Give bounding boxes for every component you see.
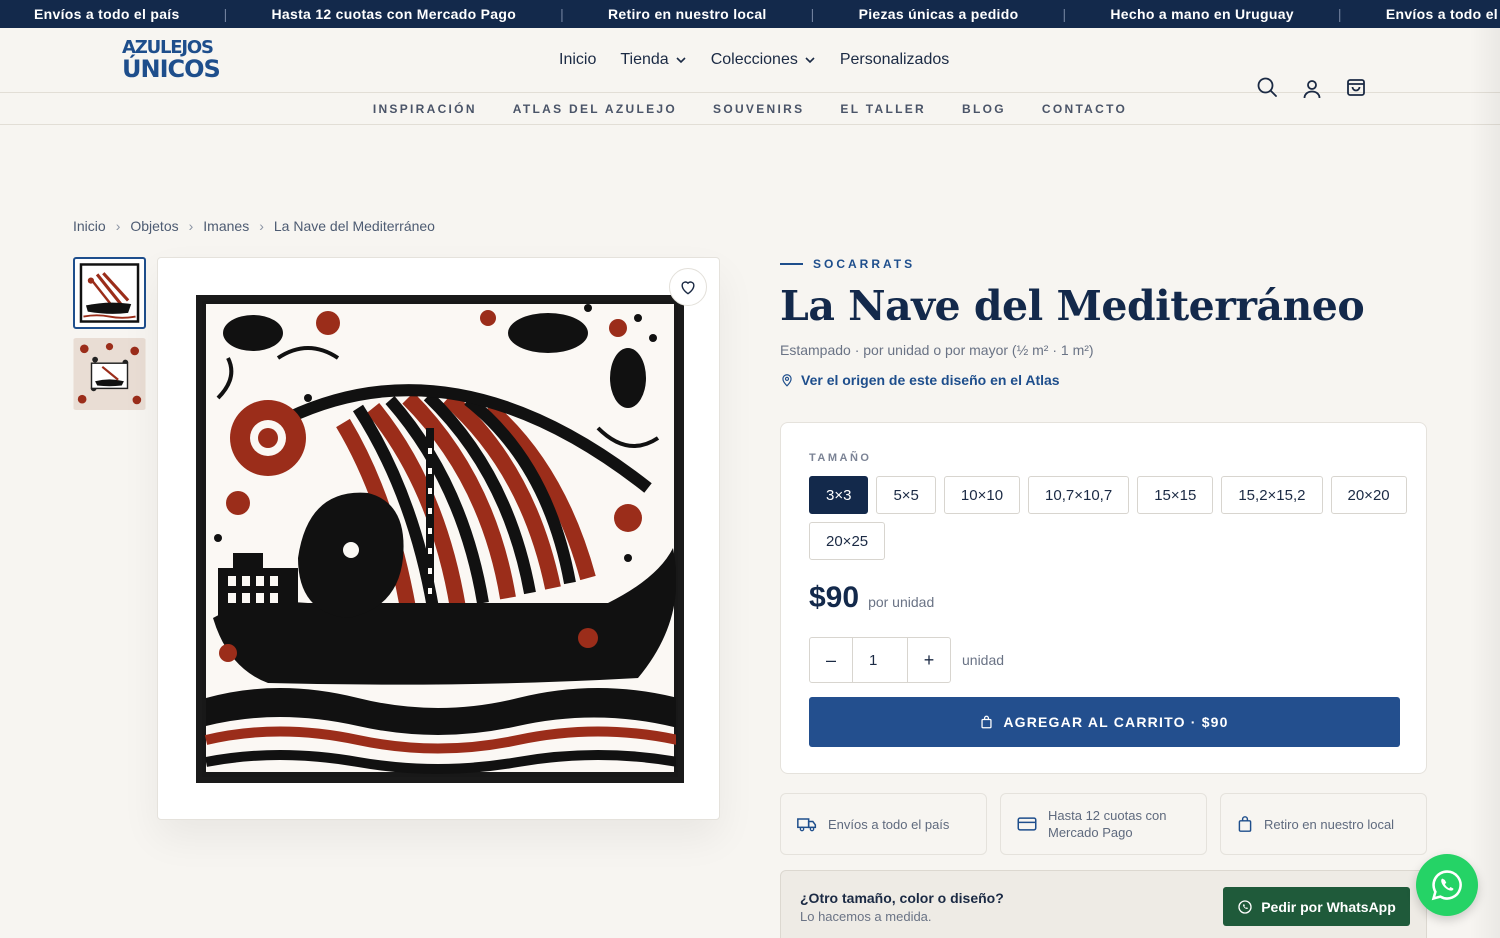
shopping-bag-icon xyxy=(981,715,992,729)
atlas-link[interactable]: Ver el origen de este diseño en el Atlas xyxy=(780,372,1060,388)
nav-item-inicio[interactable]: Inicio xyxy=(559,51,596,69)
quantity-unit-label: unidad xyxy=(962,652,1005,668)
tile-pattern-thumbnail-image xyxy=(73,338,146,410)
product-price: $90 por unidad xyxy=(809,581,934,615)
custom-question: ¿Otro tamaño, color o diseño? xyxy=(800,890,1004,906)
custom-order-banner: ¿Otro tamaño, color o diseño? Lo hacemos… xyxy=(780,870,1427,938)
search-icon[interactable] xyxy=(1256,76,1278,98)
breadcrumb-current: La Nave del Mediterráneo xyxy=(273,218,435,234)
cart-icon[interactable] xyxy=(1345,75,1367,97)
price-unit: por unidad xyxy=(868,594,935,610)
product-subtitle: Estampado · por unidad o por mayor (½ m²… xyxy=(780,342,1094,358)
site-header: AZULEJOS ÚNICOS Inicio Tienda Coleccione… xyxy=(0,28,1500,99)
whatsapp-float-button[interactable] xyxy=(1416,854,1478,916)
announcement-item: Envíos a todo el país xyxy=(34,6,180,22)
brand-logo[interactable]: AZULEJOS ÚNICOS xyxy=(122,38,221,82)
size-option[interactable]: 15,2×15,2 xyxy=(1221,476,1323,514)
breadcrumb-link[interactable]: Imanes xyxy=(203,218,249,234)
add-to-cart-button[interactable]: AGREGAR AL CARRITO · $90 xyxy=(809,697,1400,747)
main-nav: Inicio Tienda Colecciones Personalizados xyxy=(559,51,949,69)
breadcrumb: Inicio › Objetos › Imanes › La Nave del … xyxy=(73,218,435,234)
card-icon xyxy=(1017,817,1037,831)
product-main-image[interactable] xyxy=(157,257,720,820)
user-icon[interactable] xyxy=(1301,78,1323,100)
product-category: SOCARRATS xyxy=(780,257,915,271)
nav-item-personalizados[interactable]: Personalizados xyxy=(840,51,949,69)
truck-icon xyxy=(797,818,817,832)
quantity-input[interactable]: 1 xyxy=(852,638,908,682)
purchase-card: TAMAÑO 3×3 5×5 10×10 10,7×10,7 15×15 15,… xyxy=(780,422,1427,774)
product-title: La Nave del Mediterráneo xyxy=(780,282,1365,330)
nav-item-colecciones[interactable]: Colecciones xyxy=(711,51,816,69)
chevron-down-icon xyxy=(805,57,815,64)
whatsapp-order-button[interactable]: Pedir por WhatsApp xyxy=(1223,887,1410,926)
quantity-increase-button[interactable]: + xyxy=(908,638,950,682)
size-label: TAMAÑO xyxy=(809,452,872,464)
announcement-bar: Envíos a todo el país | Hasta 12 cuotas … xyxy=(0,0,1500,28)
size-option[interactable]: 15×15 xyxy=(1137,476,1214,514)
announcement-item: Retiro en nuestro local xyxy=(608,6,767,22)
tile-image xyxy=(196,295,684,783)
announcement-item: Envíos a todo el xyxy=(1385,6,1498,22)
quantity-decrease-button[interactable]: – xyxy=(810,638,852,682)
custom-subtext: Lo hacemos a medida. xyxy=(800,909,932,924)
size-options: 3×3 5×5 10×10 10,7×10,7 15×15 15,2×15,2 … xyxy=(809,476,1409,560)
heart-icon xyxy=(681,281,695,295)
announcement-item: Hasta 12 cuotas con Mercado Pago xyxy=(271,6,517,22)
gallery-thumbnail-2[interactable] xyxy=(73,338,146,410)
subnav-item-taller[interactable]: EL TALLER xyxy=(840,102,926,116)
price-amount: $90 xyxy=(809,581,860,614)
bag-icon xyxy=(1238,816,1252,832)
subnav-item-atlas[interactable]: ATLAS DEL AZULEJO xyxy=(513,102,677,116)
chevron-down-icon xyxy=(676,57,686,64)
quantity-stepper: – 1 + xyxy=(809,637,951,683)
subnav-item-blog[interactable]: BLOG xyxy=(962,102,1006,116)
size-option[interactable]: 5×5 xyxy=(876,476,936,514)
size-option[interactable]: 10,7×10,7 xyxy=(1028,476,1130,514)
whatsapp-icon xyxy=(1238,899,1252,914)
announcement-item: Piezas únicas a pedido xyxy=(858,6,1019,22)
size-option[interactable]: 20×20 xyxy=(1330,476,1407,514)
location-pin-icon xyxy=(782,374,792,387)
feature-installments: Hasta 12 cuotas con Mercado Pago xyxy=(1000,793,1207,855)
feature-pickup: Retiro en nuestro local xyxy=(1220,793,1427,855)
favorite-button[interactable] xyxy=(669,268,707,306)
subnav-item-contacto[interactable]: CONTACTO xyxy=(1042,102,1127,116)
breadcrumb-link[interactable]: Inicio xyxy=(73,218,106,234)
whatsapp-icon xyxy=(1431,870,1462,901)
size-option[interactable]: 10×10 xyxy=(943,476,1021,514)
announcement-item: Hecho a mano en Uruguay xyxy=(1110,6,1294,22)
breadcrumb-link[interactable]: Objetos xyxy=(130,218,178,234)
subnav-item-souvenirs[interactable]: SOUVENIRS xyxy=(713,102,804,116)
nav-item-tienda[interactable]: Tienda xyxy=(620,51,686,69)
subnav-item-inspiracion[interactable]: INSPIRACIÓN xyxy=(373,102,477,116)
gallery-thumbnail-1[interactable] xyxy=(73,257,146,329)
feature-shipping: Envíos a todo el país xyxy=(780,793,987,855)
tile-thumbnail-image xyxy=(78,262,141,324)
size-option[interactable]: 20×25 xyxy=(809,522,886,560)
size-option-selected[interactable]: 3×3 xyxy=(809,476,869,514)
